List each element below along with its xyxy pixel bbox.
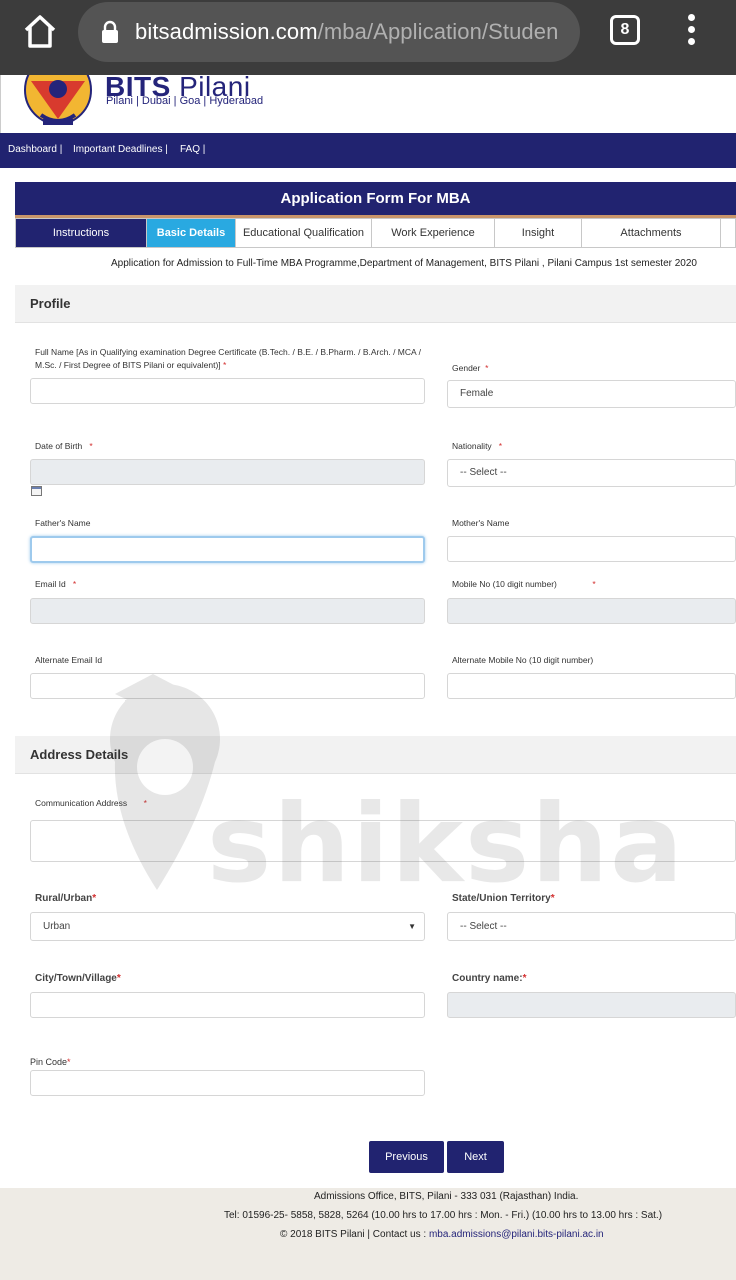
form-tabs: Instructions Basic Details Educational Q… (15, 218, 736, 248)
email-input[interactable] (30, 598, 425, 624)
mobile-input[interactable] (447, 598, 736, 624)
footer-address: Admissions Office, BITS, Pilani - 333 03… (314, 1191, 579, 1202)
address-section-title: Address Details (30, 747, 129, 762)
alt-email-input[interactable] (30, 673, 425, 699)
bits-emblem-icon (19, 55, 97, 127)
browser-toolbar: bitsadmission.com/mba/Application/Studen… (0, 0, 736, 75)
email-label: Email Id * (35, 579, 77, 589)
site-header: BITS Pilani Pilani | Dubai | Goa | Hyder… (0, 55, 736, 133)
home-icon[interactable] (20, 12, 60, 52)
country-label: Country name:* (452, 973, 527, 984)
country-input[interactable] (447, 992, 736, 1018)
footer-telephone: Tel: 01596-25- 5858, 5828, 5264 (10.00 h… (224, 1210, 663, 1221)
top-navigation: Dashboard | Important Deadlines | FAQ | (0, 133, 736, 168)
address-section-header: Address Details (15, 736, 736, 774)
dob-input[interactable] (30, 459, 425, 485)
mother-name-input[interactable] (447, 536, 736, 562)
nav-faq[interactable]: FAQ | (180, 144, 205, 155)
site-footer: Admissions Office, BITS, Pilani - 333 03… (0, 1188, 736, 1280)
nav-dashboard[interactable]: Dashboard | (8, 144, 62, 155)
profile-section-header: Profile (15, 285, 736, 323)
tab-attachments[interactable]: Attachments (582, 219, 721, 247)
rural-urban-label: Rural/Urban* (35, 893, 97, 904)
campus-list: Pilani | Dubai | Goa | Hyderabad (106, 95, 264, 107)
full-name-input[interactable] (30, 378, 425, 404)
lock-icon (100, 20, 120, 44)
pin-code-input[interactable] (30, 1070, 425, 1096)
shiksha-watermark: shiksha (95, 672, 683, 907)
next-button[interactable]: Next (447, 1141, 504, 1173)
nationality-label: Nationality * (452, 441, 503, 451)
tab-instructions[interactable]: Instructions (16, 219, 147, 247)
tab-insight[interactable]: Insight (495, 219, 582, 247)
alt-email-label: Alternate Email Id (35, 655, 103, 665)
previous-button[interactable]: Previous (369, 1141, 444, 1173)
gender-select[interactable]: Female (447, 380, 736, 408)
nav-important-deadlines[interactable]: Important Deadlines | (73, 144, 168, 155)
communication-address-textarea[interactable] (30, 820, 736, 862)
tab-switcher-button[interactable]: 8 (610, 15, 640, 45)
footer-copyright: © 2018 BITS Pilani | Contact us : mba.ad… (280, 1229, 604, 1240)
full-name-label: Full Name [As in Qualifying examination … (35, 347, 421, 370)
nationality-select[interactable]: -- Select -- (447, 459, 736, 487)
address-bar[interactable]: bitsadmission.com/mba/Application/Studen (78, 2, 580, 62)
programme-subtitle: Application for Admission to Full-Time M… (111, 258, 697, 269)
overflow-menu-icon[interactable] (683, 14, 699, 48)
pin-code-label: Pin Code* (30, 1057, 71, 1067)
alt-mobile-label: Alternate Mobile No (10 digit number) (452, 655, 594, 665)
city-label: City/Town/Village* (35, 973, 121, 984)
tab-work-experience[interactable]: Work Experience (372, 219, 495, 247)
mother-name-label: Mother's Name (452, 518, 510, 528)
state-select[interactable]: -- Select -- (447, 912, 736, 941)
father-name-input[interactable] (30, 536, 425, 563)
alt-mobile-input[interactable] (447, 673, 736, 699)
city-input[interactable] (30, 992, 425, 1018)
mobile-label: Mobile No (10 digit number) * (452, 579, 596, 589)
tab-educational-qualification[interactable]: Educational Qualification (236, 219, 372, 247)
chevron-down-icon: ▼ (408, 922, 416, 931)
gender-label: Gender * (452, 363, 489, 373)
dob-label: Date of Birth * (35, 441, 93, 451)
communication-address-label: Communication Address * (35, 798, 147, 808)
rural-urban-select[interactable]: Urban ▼ (30, 912, 425, 941)
tab-basic-details[interactable]: Basic Details (147, 219, 236, 247)
profile-section-title: Profile (30, 296, 71, 311)
contact-email-link[interactable]: mba.admissions@pilani.bits-pilani.ac.in (429, 1229, 604, 1240)
father-name-label: Father's Name (35, 518, 91, 528)
form-title: Application Form For MBA (15, 182, 736, 215)
calendar-icon[interactable] (31, 486, 42, 496)
url-text: bitsadmission.com/mba/Application/Studen (135, 19, 559, 44)
state-label: State/Union Territory* (452, 893, 555, 904)
